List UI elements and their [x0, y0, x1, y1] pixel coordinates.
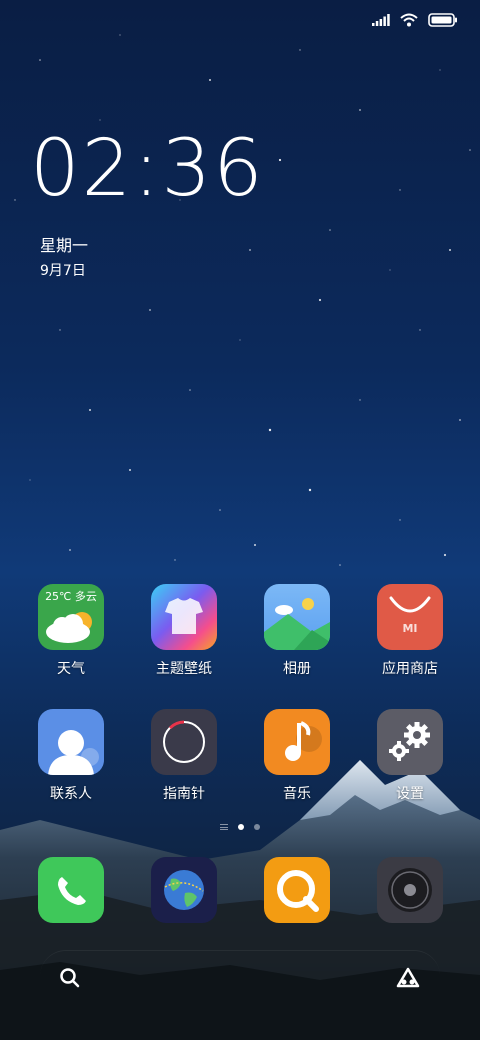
app-label: 应用商店 — [382, 661, 438, 677]
page-dot-active — [238, 824, 244, 830]
page-indicator[interactable] — [0, 824, 480, 830]
music-icon — [264, 709, 330, 775]
bottom-bar — [40, 950, 440, 1003]
app-label: 相册 — [283, 661, 311, 677]
app-compass[interactable]: 指南针 — [129, 709, 239, 803]
contacts-icon — [38, 709, 104, 775]
dock-camera[interactable] — [377, 857, 443, 923]
store-logo-text: MI — [402, 622, 418, 635]
settings-icon — [377, 709, 443, 775]
app-label: 联系人 — [50, 786, 92, 802]
messages-icon — [277, 870, 319, 912]
app-contacts[interactable]: 联系人 — [16, 709, 126, 803]
assistant-icon — [396, 967, 420, 988]
weather-icon: 25℃ 多云 — [38, 584, 104, 650]
app-music[interactable]: 音乐 — [242, 709, 352, 803]
status-bar — [372, 10, 458, 30]
dock-messages[interactable] — [264, 857, 330, 923]
phone-icon — [58, 877, 86, 905]
wifi-icon — [400, 13, 418, 27]
camera-icon — [388, 868, 432, 912]
app-themes[interactable]: 主题壁纸 — [129, 584, 239, 678]
clock-date: 9月7日 — [40, 263, 86, 279]
dock-browser[interactable] — [151, 857, 217, 923]
battery-icon — [428, 13, 457, 27]
app-gallery[interactable]: 相册 — [242, 584, 352, 678]
clock-time[interactable]: 02:36 — [30, 130, 265, 208]
compass-icon — [151, 709, 217, 775]
app-label: 设置 — [396, 786, 424, 802]
search-icon — [60, 968, 80, 988]
app-drawer-indicator-icon — [220, 824, 228, 830]
home-screen: 02:36 星期一 9月7日 25℃ 多云 天气 主题壁纸 相册 MI 应用商店… — [0, 0, 480, 1040]
browser-icon — [164, 870, 204, 910]
themes-icon — [151, 584, 217, 650]
dock-phone[interactable] — [38, 857, 104, 923]
clock-weekday: 星期一 — [40, 236, 89, 255]
app-label: 主题壁纸 — [156, 661, 212, 677]
gallery-icon — [264, 584, 330, 650]
app-weather[interactable]: 25℃ 多云 天气 — [16, 584, 126, 678]
signal-icon — [372, 14, 390, 26]
app-label: 天气 — [57, 661, 85, 677]
page-dot — [254, 824, 260, 830]
app-store-icon: MI — [377, 584, 443, 650]
assistant-button[interactable] — [388, 958, 428, 998]
app-label: 指南针 — [163, 786, 205, 802]
search-button[interactable] — [50, 958, 90, 998]
app-label: 音乐 — [283, 786, 311, 802]
app-store[interactable]: MI 应用商店 — [355, 584, 465, 678]
app-settings[interactable]: 设置 — [355, 709, 465, 803]
